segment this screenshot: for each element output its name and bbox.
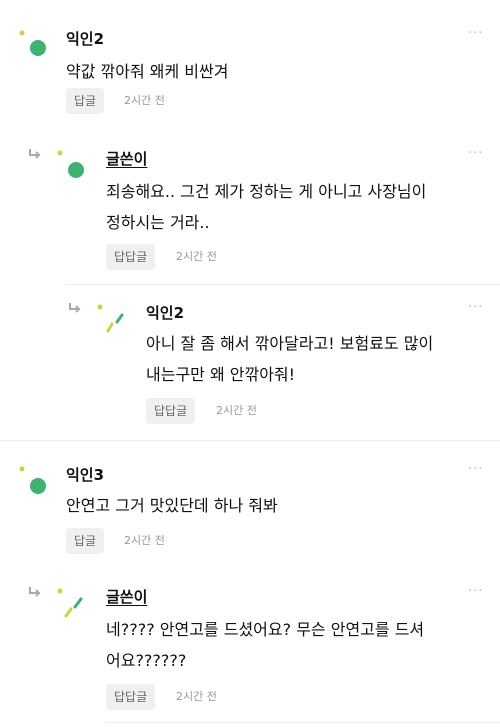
reply-arrow-icon <box>29 587 41 597</box>
divider <box>106 722 500 723</box>
comment-line: 네???? 안연고를 드셨어요? 무슨 안연고를 드셔 <box>106 620 425 639</box>
comment-author[interactable]: 익인2 <box>66 28 104 49</box>
reply-button[interactable]: 답답글 <box>106 684 156 710</box>
divider <box>0 440 500 441</box>
reply-button[interactable]: 답글 <box>66 88 105 114</box>
more-icon[interactable]: ··· <box>468 146 483 161</box>
comment-body: 죄송해요.. 그건 제가 정하는 게 아니고 사장님이 정하시는 거라.. <box>106 176 426 238</box>
avatar-icon <box>19 466 46 494</box>
more-icon[interactable]: ··· <box>468 462 483 477</box>
reply-button[interactable]: 답글 <box>66 528 105 554</box>
more-icon[interactable]: ··· <box>468 300 483 315</box>
comment-author[interactable]: 익인3 <box>66 464 104 485</box>
comment-time: 2시간 전 <box>176 690 217 703</box>
avatar-icon <box>97 304 124 333</box>
comment-body: 안연고 그거 맛있단데 하나 줘봐 <box>66 490 278 521</box>
comment-line: 안연고 그거 맛있단데 하나 줘봐 <box>66 496 278 515</box>
comment-time: 2시간 전 <box>176 250 217 263</box>
comment-time: 2시간 전 <box>124 534 165 547</box>
avatar-icon <box>19 30 46 56</box>
reply-button[interactable]: 답답글 <box>106 244 156 270</box>
avatar-icon <box>57 150 84 178</box>
comment-time: 2시간 전 <box>124 94 165 107</box>
comment-author[interactable]: 익인2 <box>146 302 184 323</box>
reply-button[interactable]: 답답글 <box>146 398 196 424</box>
more-icon[interactable]: ··· <box>468 584 483 599</box>
comment-author[interactable]: 글쓴이 <box>106 148 147 169</box>
comment-line: 죄송해요.. 그건 제가 정하는 게 아니고 사장님이 <box>106 182 427 201</box>
comment-body: 네???? 안연고를 드셨어요? 무슨 안연고를 드셔 어요?????? <box>106 614 424 676</box>
comment-line: 내는구만 왜 안깎아줘! <box>146 365 296 384</box>
reply-arrow-icon <box>29 149 41 159</box>
comment-body: 약값 깎아줘 왜케 비싼겨 <box>66 56 228 87</box>
comment-time: 2시간 전 <box>216 404 257 417</box>
comment-body: 아니 잘 좀 해서 깎아달라고! 보험료도 많이 내는구만 왜 안깎아줘! <box>146 328 433 390</box>
comment-line: 정하시는 거라.. <box>106 213 210 232</box>
reply-arrow-icon <box>69 303 81 313</box>
comment-line: 약값 깎아줘 왜케 비싼겨 <box>66 62 229 81</box>
comment-line: 아니 잘 좀 해서 깎아달라고! 보험료도 많이 <box>146 334 434 353</box>
avatar-icon <box>57 588 83 618</box>
comment-line: 어요?????? <box>106 651 187 670</box>
more-icon[interactable]: ··· <box>468 26 483 41</box>
divider <box>66 284 500 285</box>
comment-author[interactable]: 글쓴이 <box>106 586 147 607</box>
